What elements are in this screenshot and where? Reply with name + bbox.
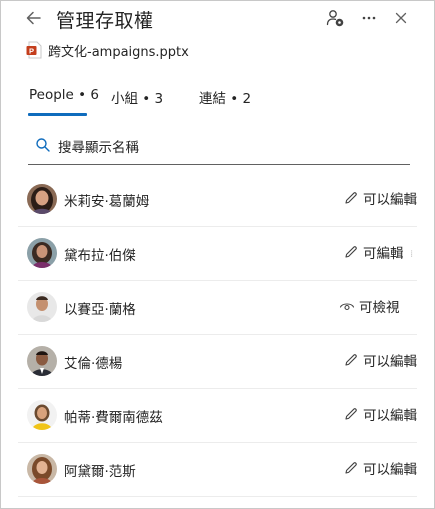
arrow-left-icon	[26, 11, 41, 25]
permission-label: 可檢視	[359, 300, 400, 316]
list-item[interactable]: 阿黛爾·范斯 可以編輯	[1, 443, 434, 497]
permission-label: 可以編輯	[363, 462, 417, 478]
eye-icon	[339, 303, 355, 311]
tab-groups[interactable]: 小組 • 3	[111, 87, 163, 107]
pencil-icon	[345, 408, 357, 420]
more-options-button[interactable]	[358, 7, 380, 29]
close-button[interactable]	[390, 7, 412, 29]
list-item[interactable]: 帕蒂·費爾南德茲 可以編輯	[1, 389, 434, 443]
file-name: 跨文化-ampaigns.pptx	[48, 44, 189, 60]
row-divider	[18, 496, 417, 497]
permission-dropdown[interactable]: 可檢視	[339, 296, 400, 316]
manage-access-panel: 管理存取權 P 跨文化-ampaigns.pptx People • 6 小組 …	[0, 0, 435, 509]
list-item[interactable]: 以賽亞·蘭格 可檢視	[1, 281, 434, 335]
avatar	[27, 346, 57, 376]
permission-label: 可編輯	[363, 246, 404, 262]
permission-label: 可以編輯	[363, 408, 417, 424]
pencil-icon	[345, 462, 357, 474]
powerpoint-file-icon: P	[26, 41, 42, 59]
page-title: 管理存取權	[56, 10, 154, 32]
pencil-icon	[345, 246, 357, 258]
person-settings-icon	[326, 10, 344, 27]
person-name: 以賽亞·蘭格	[64, 302, 136, 318]
permission-dropdown[interactable]: 可以編輯	[343, 458, 417, 478]
avatar	[27, 238, 57, 268]
person-name: 艾倫·德楊	[64, 356, 123, 372]
tab-links[interactable]: 連結 • 2	[199, 87, 251, 107]
avatar	[27, 292, 57, 322]
tab-list: People • 6 小組 • 3 連結 • 2	[1, 87, 434, 117]
faint-mark: ⁞	[410, 249, 414, 260]
permission-dropdown[interactable]: 可以編輯	[343, 188, 417, 208]
avatar	[27, 454, 57, 484]
list-item[interactable]: 米莉安·葛蘭姆 可以編輯	[1, 173, 434, 227]
selected-tab-indicator	[28, 113, 87, 116]
permission-dropdown[interactable]: 可以編輯	[343, 350, 417, 370]
more-horizontal-icon	[362, 16, 376, 20]
permission-label: 可以編輯	[363, 354, 417, 370]
person-name: 米莉安·葛蘭姆	[64, 194, 150, 210]
file-info: P 跨文化-ampaigns.pptx	[26, 41, 189, 60]
search-icon	[36, 138, 50, 152]
svg-text:P: P	[29, 47, 34, 56]
close-icon	[395, 12, 407, 24]
panel-header: 管理存取權	[1, 1, 434, 37]
tab-people[interactable]: People • 6	[29, 87, 99, 103]
avatar	[27, 400, 57, 430]
share-settings-button[interactable]	[324, 7, 346, 29]
permission-dropdown[interactable]: 可以編輯	[343, 404, 417, 424]
list-item[interactable]: 艾倫·德楊 可以編輯	[1, 335, 434, 389]
person-name: 黛布拉·伯傑	[64, 248, 136, 264]
pencil-icon	[345, 354, 357, 366]
search-input[interactable]: 搜尋顯示名稱	[28, 132, 410, 165]
list-item[interactable]: 黛布拉·伯傑 可編輯 ⁞	[1, 227, 434, 281]
avatar	[27, 184, 57, 214]
person-name: 帕蒂·費爾南德茲	[64, 410, 163, 426]
search-placeholder: 搜尋顯示名稱	[58, 140, 139, 156]
permission-dropdown[interactable]: 可編輯	[343, 242, 404, 262]
back-button[interactable]	[23, 7, 45, 29]
pencil-icon	[345, 192, 357, 204]
person-name: 阿黛爾·范斯	[64, 464, 136, 480]
permission-label: 可以編輯	[363, 192, 417, 208]
